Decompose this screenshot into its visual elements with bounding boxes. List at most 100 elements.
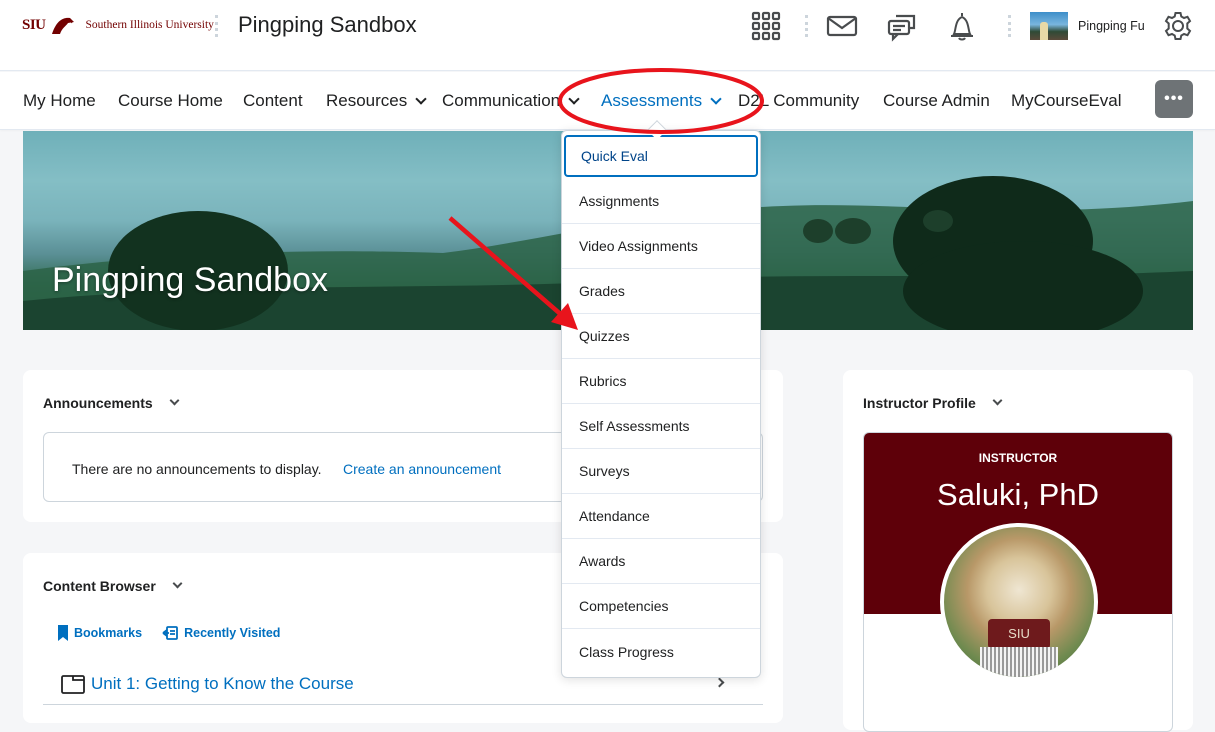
- instructor-profile-widget: Instructor Profile INSTRUCTOR Saluki, Ph…: [843, 370, 1193, 732]
- instructor-role: INSTRUCTOR: [978, 451, 1058, 465]
- menu-item-class-progress[interactable]: Class Progress: [562, 629, 760, 674]
- folder-icon: [61, 674, 85, 694]
- menu-item-attendance[interactable]: Attendance: [562, 494, 760, 539]
- menu-item-grades[interactable]: Grades: [562, 269, 760, 314]
- nav-assessments[interactable]: Assessments: [601, 91, 722, 111]
- messages-button[interactable]: [826, 10, 858, 42]
- grid-icon: [751, 11, 781, 41]
- logo-abbrev: SIU: [22, 16, 46, 33]
- nav-label: Assessments: [601, 91, 703, 110]
- menu-item-quizzes[interactable]: Quizzes: [562, 314, 760, 359]
- content-browser-links: Bookmarks Recently Visited: [58, 625, 280, 641]
- bell-icon: [951, 13, 973, 41]
- user-avatar: [1030, 12, 1068, 40]
- header-divider: [215, 15, 218, 37]
- menu-item-rubrics[interactable]: Rubrics: [562, 359, 760, 404]
- top-header: SIU Southern Illinois University Pingpin…: [0, 0, 1215, 71]
- nav-course-admin[interactable]: Course Admin: [883, 91, 990, 111]
- recently-visited-link[interactable]: Recently Visited: [162, 625, 280, 641]
- menu-item-assignments[interactable]: Assignments: [562, 179, 760, 224]
- menu-item-competencies[interactable]: Competencies: [562, 584, 760, 629]
- nav-label: MyCourseEval: [1011, 91, 1122, 110]
- banner-title: Pingping Sandbox: [52, 261, 329, 299]
- course-selector-button[interactable]: [750, 10, 782, 42]
- menu-item-label: Assignments: [579, 193, 660, 209]
- course-navbar: My Home Course Home Content Resources Co…: [0, 72, 1215, 130]
- more-nav-button[interactable]: •••: [1155, 80, 1193, 118]
- assessments-dropdown: Quick Eval Assignments Video Assignments…: [561, 130, 761, 678]
- menu-item-label: Quick Eval: [581, 148, 648, 164]
- instructor-name: Saluki, PhD: [937, 477, 1099, 512]
- bookmarks-link[interactable]: Bookmarks: [58, 625, 142, 641]
- header-divider: [805, 15, 808, 37]
- bookmarks-label: Bookmarks: [74, 626, 143, 640]
- menu-item-awards[interactable]: Awards: [562, 539, 760, 584]
- user-menu[interactable]: Pingping Fu: [1030, 12, 1145, 40]
- menu-item-label: Rubrics: [579, 373, 627, 389]
- nav-content[interactable]: Content: [243, 91, 303, 111]
- chat-icon: [887, 14, 916, 42]
- more-icon: •••: [1164, 90, 1184, 107]
- saluki-logo-icon: [51, 17, 74, 34]
- nav-course-home[interactable]: Course Home: [118, 91, 223, 111]
- menu-item-label: Competencies: [579, 598, 669, 614]
- chevron-right-icon: [714, 677, 725, 688]
- nav-label: Course Admin: [883, 91, 990, 110]
- collar-text: SIU: [988, 619, 1050, 649]
- create-announcement-link[interactable]: Create an announcement: [343, 461, 501, 477]
- user-name: Pingping Fu: [1078, 19, 1145, 33]
- siu-logo[interactable]: SIU Southern Illinois University: [22, 14, 214, 36]
- recently-visited-icon: [162, 626, 178, 640]
- announcements-header[interactable]: Announcements: [43, 395, 180, 411]
- logo-text: Southern Illinois University: [85, 19, 214, 31]
- menu-item-label: Quizzes: [579, 328, 630, 344]
- instructor-profile-header[interactable]: Instructor Profile: [863, 395, 1003, 411]
- menu-item-quick-eval[interactable]: Quick Eval: [564, 135, 758, 177]
- nav-resources[interactable]: Resources: [326, 91, 427, 111]
- widget-title: Announcements: [43, 395, 153, 411]
- menu-item-label: Self Assessments: [579, 418, 690, 434]
- discussions-button[interactable]: [886, 10, 918, 42]
- widget-title: Instructor Profile: [863, 395, 976, 411]
- chevron-down-icon: [992, 395, 1003, 406]
- menu-item-label: Class Progress: [579, 643, 674, 660]
- chevron-down-icon: [172, 578, 183, 589]
- notifications-button[interactable]: [946, 10, 978, 42]
- nav-communication[interactable]: Communication: [442, 91, 580, 111]
- instructor-photo: SIU: [940, 523, 1098, 681]
- widget-title: Content Browser: [43, 578, 156, 594]
- chevron-down-icon: [169, 395, 180, 406]
- menu-item-label: Video Assignments: [579, 238, 698, 254]
- bookmark-icon: [58, 625, 68, 641]
- nav-mycourseeval[interactable]: MyCourseEval: [1011, 91, 1122, 111]
- menu-item-label: Awards: [579, 553, 626, 569]
- recently-visited-label: Recently Visited: [184, 626, 281, 640]
- content-browser-header[interactable]: Content Browser: [43, 578, 183, 594]
- menu-item-label: Surveys: [579, 463, 630, 479]
- nav-label: D2L Community: [738, 91, 860, 110]
- chevron-down-icon: [568, 92, 580, 105]
- menu-item-label: Attendance: [579, 508, 650, 524]
- mail-icon: [826, 15, 858, 37]
- chevron-down-icon: [415, 92, 427, 105]
- empty-message: There are no announcements to display.: [72, 461, 322, 477]
- nav-label: Course Home: [118, 91, 223, 110]
- nav-d2l-community[interactable]: D2L Community: [738, 91, 859, 111]
- unit-title: Unit 1: Getting to Know the Course: [91, 673, 354, 693]
- nav-label: Resources: [326, 91, 408, 110]
- chevron-down-icon: [710, 92, 722, 105]
- collar-fringe: [980, 647, 1058, 677]
- menu-item-label: Grades: [579, 283, 625, 299]
- header-divider: [1008, 15, 1011, 37]
- nav-label: Communication: [442, 91, 561, 110]
- nav-label: Content: [243, 91, 303, 110]
- menu-item-surveys[interactable]: Surveys: [562, 449, 760, 494]
- menu-item-self-assessments[interactable]: Self Assessments: [562, 404, 760, 449]
- gear-icon: [1164, 12, 1192, 40]
- menu-item-video-assignments[interactable]: Video Assignments: [562, 224, 760, 269]
- instructor-card: INSTRUCTOR Saluki, PhD SIU: [863, 432, 1173, 732]
- nav-my-home[interactable]: My Home: [23, 91, 96, 111]
- settings-button[interactable]: [1162, 10, 1194, 42]
- org-title[interactable]: Pingping Sandbox: [238, 12, 417, 38]
- nav-label: My Home: [23, 91, 96, 110]
